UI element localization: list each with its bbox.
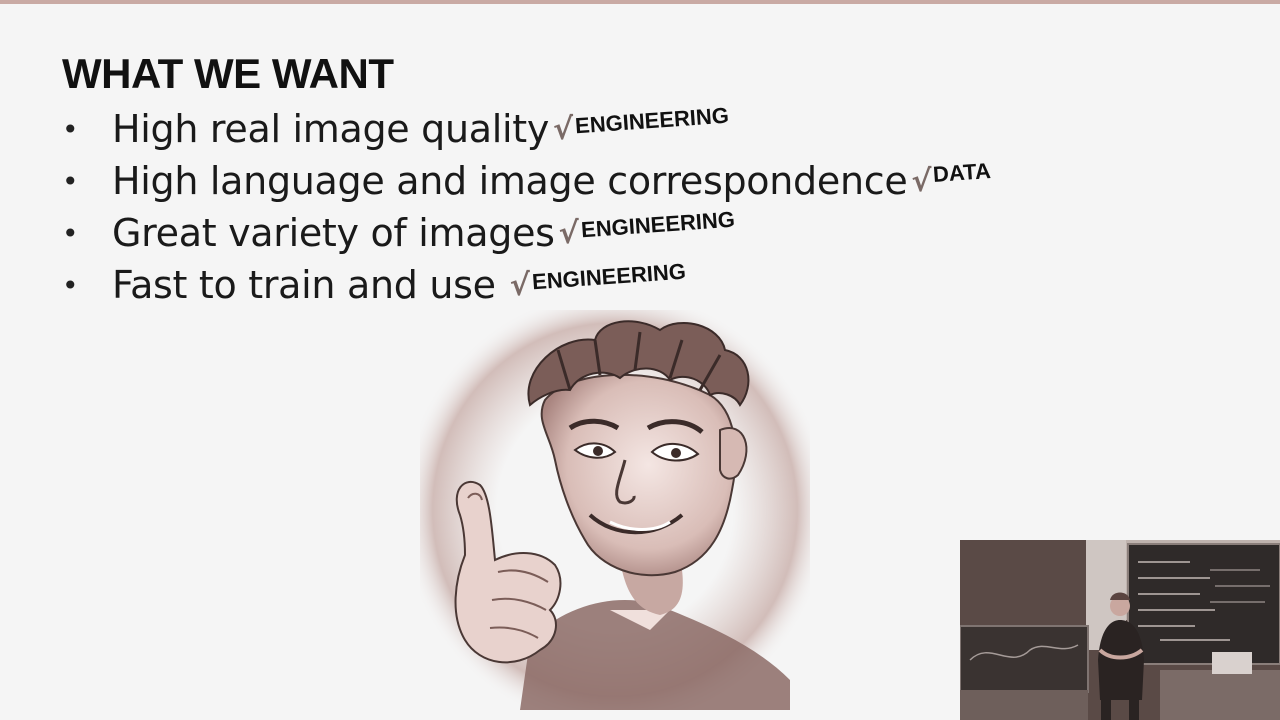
thumbs-up-guy-icon — [420, 310, 810, 710]
bullet-tag: ENGINEERING — [531, 258, 687, 295]
bullet-tag: ENGINEERING — [579, 206, 736, 243]
bullet-item-4: • Fast to train and use √ ENGINEERING — [62, 259, 686, 311]
bullet-text: High real image quality — [112, 107, 550, 151]
bullet-dot: • — [62, 112, 79, 146]
bullet-item-3: • Great variety of images √ ENGINEERING — [62, 207, 735, 259]
checkmark-icon: √ — [509, 267, 530, 303]
bullet-text: High language and image correspondence — [112, 159, 908, 203]
bullet-dot: • — [62, 268, 79, 302]
bullet-tag: ENGINEERING — [574, 102, 730, 139]
checkmark-icon: √ — [558, 215, 579, 251]
bullet-item-1: • High real image quality √ ENGINEERING — [62, 102, 730, 155]
thumbs-up-illustration — [420, 310, 810, 710]
top-divider — [0, 0, 1280, 4]
bullet-item-2: • High language and image correspondence… — [62, 155, 993, 207]
checkmark-icon: √ — [553, 111, 574, 147]
bullet-tag: DATA — [932, 158, 993, 187]
bullet-dot: • — [62, 164, 79, 198]
bullet-text: Fast to train and use — [112, 263, 496, 307]
checkmark-icon: √ — [911, 163, 932, 199]
lecturer-video-inset — [960, 540, 1280, 720]
bullet-text: Great variety of images — [112, 211, 555, 255]
lecturer-camera-icon — [960, 540, 1280, 720]
slide-title: WHAT WE WANT — [62, 50, 394, 97]
bullet-dot: • — [62, 216, 79, 250]
